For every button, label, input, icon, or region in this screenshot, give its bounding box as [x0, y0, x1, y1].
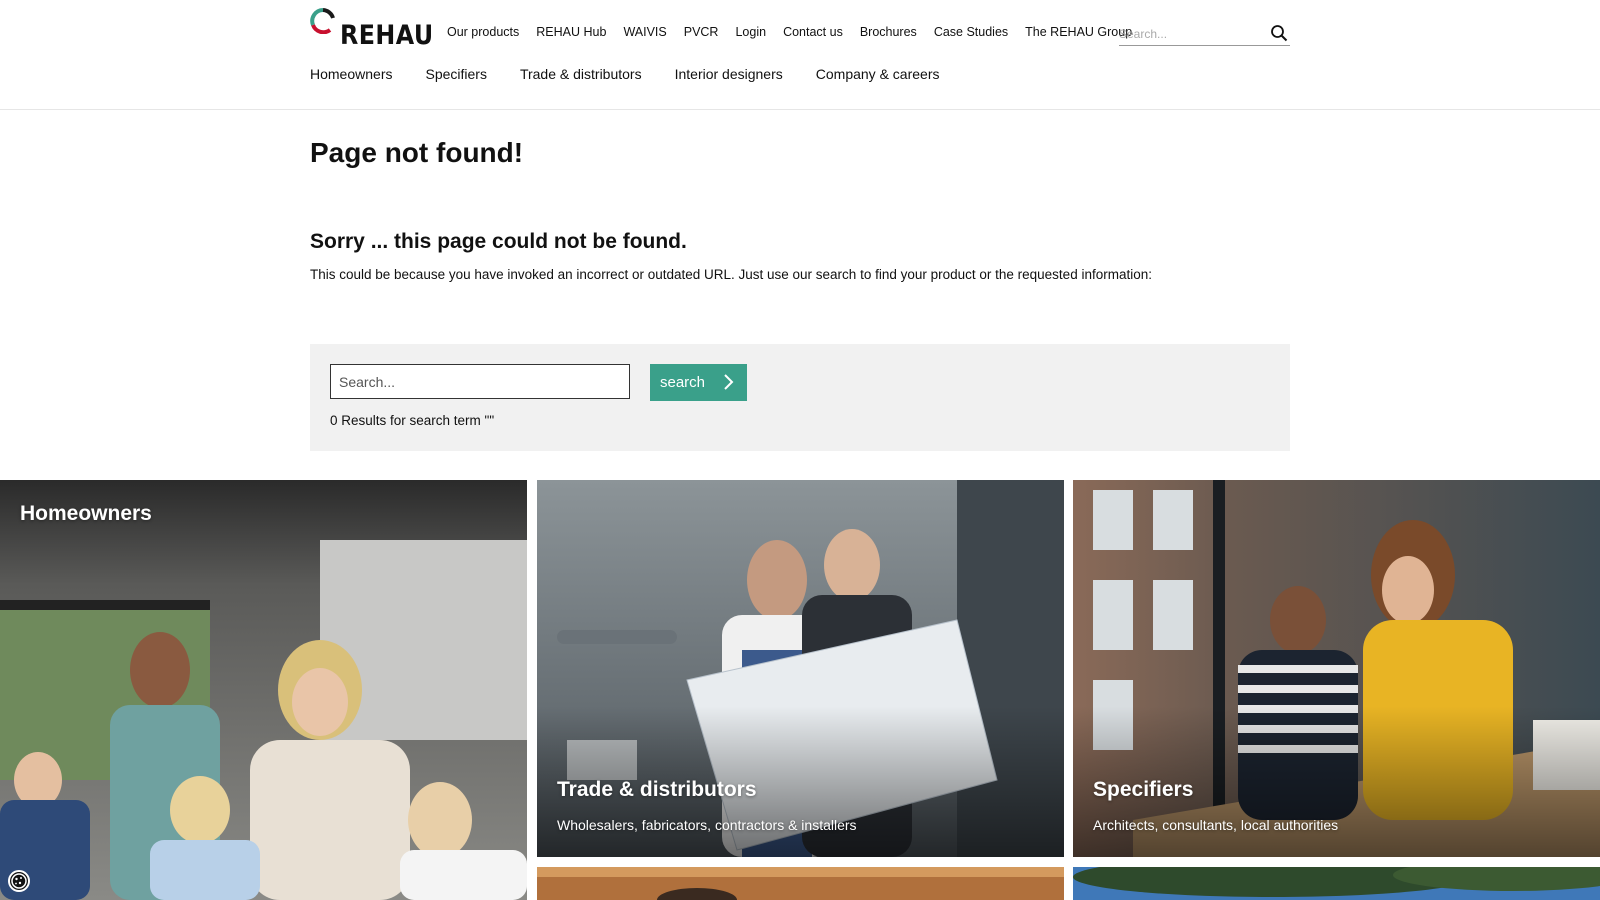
cookie-settings-icon[interactable] [8, 870, 30, 892]
topnav-waivis[interactable]: WAIVIS [623, 25, 666, 39]
topnav-rehau-group[interactable]: The REHAU Group [1025, 25, 1132, 39]
topnav-our-products[interactable]: Our products [447, 25, 519, 39]
topnav-pvcr[interactable]: PVCR [684, 25, 719, 39]
tile-specifiers-subtitle: Architects, consultants, local authoriti… [1093, 817, 1339, 833]
homeowners-photo [0, 480, 527, 900]
topnav-case-studies[interactable]: Case Studies [934, 25, 1008, 39]
error-heading: Sorry ... this page could not be found. [310, 230, 687, 253]
search-input[interactable] [330, 364, 630, 399]
row2-left-photo [537, 867, 1064, 900]
rehau-logo[interactable]: REHAU [310, 8, 433, 51]
site-header: REHAU Our products REHAU Hub WAIVIS PVCR… [0, 0, 1600, 110]
logo-text: REHAU [340, 20, 434, 51]
topnav-contact-us[interactable]: Contact us [783, 25, 843, 39]
tile-homeowners-title: Homeowners [20, 502, 152, 525]
search-button[interactable]: search [650, 364, 747, 401]
mainnav-company-careers[interactable]: Company & careers [816, 66, 940, 82]
search-button-label: search [660, 374, 706, 391]
tile-row2-left[interactable] [537, 867, 1064, 900]
tile-trade-distributors[interactable]: Trade & distributors Wholesalers, fabric… [537, 480, 1064, 857]
tile-row2-right[interactable] [1073, 867, 1600, 900]
topnav-login[interactable]: Login [735, 25, 766, 39]
tile-specifiers-title: Specifiers [1093, 778, 1194, 801]
error-explanation: This could be because you have invoked a… [310, 267, 1152, 282]
page-title: Page not found! [310, 137, 524, 168]
mainnav-trade-distributors[interactable]: Trade & distributors [520, 66, 642, 82]
tile-specifiers[interactable]: Specifiers Architects, consultants, loca… [1073, 480, 1600, 857]
tile-trade-title: Trade & distributors [557, 778, 757, 801]
cookie-icon [11, 873, 27, 889]
top-navigation: Our products REHAU Hub WAIVIS PVCR Login… [447, 25, 1149, 39]
topnav-brochures[interactable]: Brochures [860, 25, 917, 39]
main-navigation: Homeowners Specifiers Trade & distributo… [310, 66, 972, 82]
mainnav-interior-designers[interactable]: Interior designers [675, 66, 783, 82]
mainnav-specifiers[interactable]: Specifiers [425, 66, 486, 82]
mainnav-homeowners[interactable]: Homeowners [310, 66, 392, 82]
row2-right-photo [1073, 867, 1600, 900]
header-search [1119, 22, 1290, 46]
search-icon[interactable] [1270, 24, 1288, 42]
tile-homeowners[interactable]: Homeowners [0, 480, 527, 900]
logo-mark-icon [310, 8, 335, 34]
chevron-right-icon [724, 374, 734, 390]
search-results-count: 0 Results for search term "" [330, 413, 495, 428]
search-panel: search 0 Results for search term "" [310, 344, 1290, 451]
tile-trade-subtitle: Wholesalers, fabricators, contractors & … [557, 817, 857, 833]
header-search-input[interactable] [1119, 24, 1259, 44]
topnav-rehau-hub[interactable]: REHAU Hub [536, 25, 606, 39]
